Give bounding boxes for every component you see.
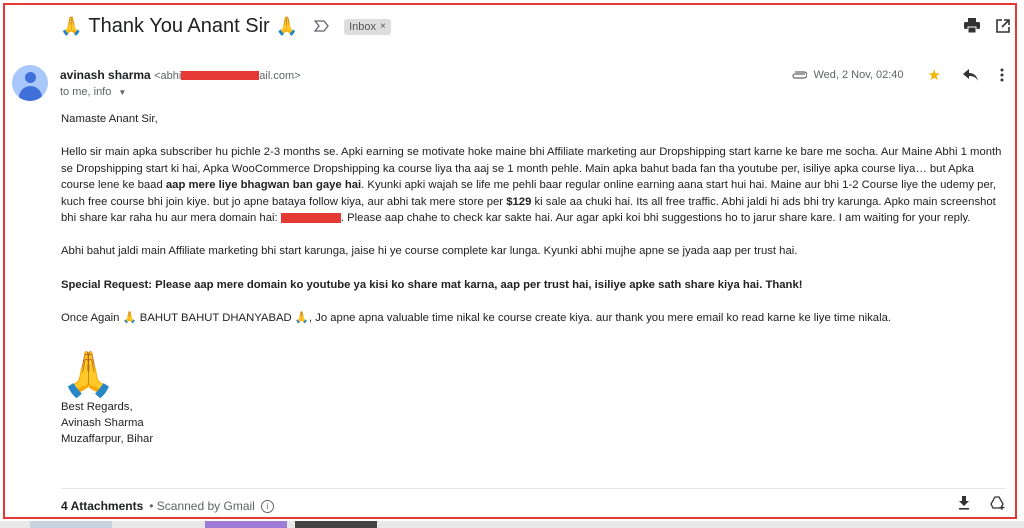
folded-hands-emoji: 🙏 [294,312,309,325]
p4-text-b: BAHUT BAHUT DHANYABAD [136,312,295,325]
remove-label-icon[interactable]: × [380,21,386,32]
greeting: Namaste Anant Sir, [61,113,158,125]
p1-bold-bhagwan: aap mere liye bhagwan ban gaye hai [165,179,362,192]
print-icon[interactable] [964,18,980,33]
inbox-label-text: Inbox [349,20,377,33]
folded-hands-emoji: 🙏 [60,16,83,36]
avatar-head-shape [25,72,36,83]
thread-toolbar [964,18,1010,33]
message-meta: Wed, 2 Nov, 02:40 ★ [791,66,1004,84]
attachment-actions [958,496,1006,510]
email-redaction [181,71,260,81]
download-all-icon[interactable] [958,496,970,510]
attachments-count: 4 Attachments [61,499,144,513]
info-icon[interactable]: i [260,499,274,513]
sender-email-prefix: <abhi [154,70,182,82]
inbox-label-chip[interactable]: Inbox × [344,18,391,35]
signature-line: Best Regards, [61,400,133,413]
paragraph-2: Abhi bahut jaldi main Affiliate marketin… [61,245,798,258]
p4-text-c: , Jo apne apna valuable time nikal ke co… [308,312,892,325]
avatar-body-shape [19,86,42,101]
background-thumbnail [295,521,377,528]
subject-text: Thank You Anant Sir [88,15,270,37]
p1-bold-amount: $129 [506,195,532,208]
p4-text-a: Once Again [61,312,123,325]
background-thumbnail [205,521,287,528]
star-icon[interactable]: ★ [928,66,941,84]
signature: Best Regards, Avinash Sharma Muzaffarpur… [61,399,1006,447]
sender-name[interactable]: avinash sharma [60,68,151,82]
add-to-drive-icon[interactable] [990,496,1006,510]
paragraph-1: Hello sir main apka subscriber hu pichle… [61,144,1006,226]
importance-marker-icon[interactable] [313,19,330,35]
signature-line: Muzaffarpur, Bihar [61,432,154,445]
folded-hands-emoji: 🙏 [122,312,137,325]
recipients-text: to me, info [60,86,112,98]
message-date: Wed, 2 Nov, 02:40 [813,69,904,81]
reply-icon[interactable] [963,69,978,81]
background-thumbnail [30,521,112,528]
large-folded-hands-emoji: 🙏 [61,349,116,399]
more-options-icon[interactable] [1000,68,1004,82]
paragraph-4: Once Again 🙏 BAHUT BAHUT DHANYABAD 🙏, Jo… [61,310,1006,326]
recipients-line[interactable]: to me, info ▼ [60,86,126,98]
domain-redaction [280,213,341,224]
scanned-by-gmail: • Scanned by Gmail [149,499,255,513]
p1-text-d: . Please aap chahe to check kar sakte ha… [340,212,971,225]
sender-email-suffix: ail.com> [259,70,301,82]
attachment-paperclip-icon [791,71,808,79]
attachments-divider [61,488,1006,489]
background-window-strip [0,521,1024,528]
attachments-bar: 4 Attachments • Scanned by Gmail i [61,499,274,513]
paragraph-3-special-request: Special Request: Please aap mere domain … [61,277,1006,293]
message-body: Namaste Anant Sir, Hello sir main apka s… [61,111,1006,447]
email-subject: 🙏 Thank You Anant Sir 🙏 Inbox × [60,15,391,38]
folded-hands-emoji: 🙏 [275,16,299,36]
signature-line: Avinash Sharma [61,416,144,429]
sender-line: avinash sharma <abhi ail.com> [60,68,301,82]
show-details-chevron-icon[interactable]: ▼ [118,88,126,97]
sender-avatar[interactable] [12,65,48,101]
special-request-text: Special Request: Please aap mere domain … [61,278,803,291]
open-in-new-window-icon[interactable] [996,18,1010,33]
